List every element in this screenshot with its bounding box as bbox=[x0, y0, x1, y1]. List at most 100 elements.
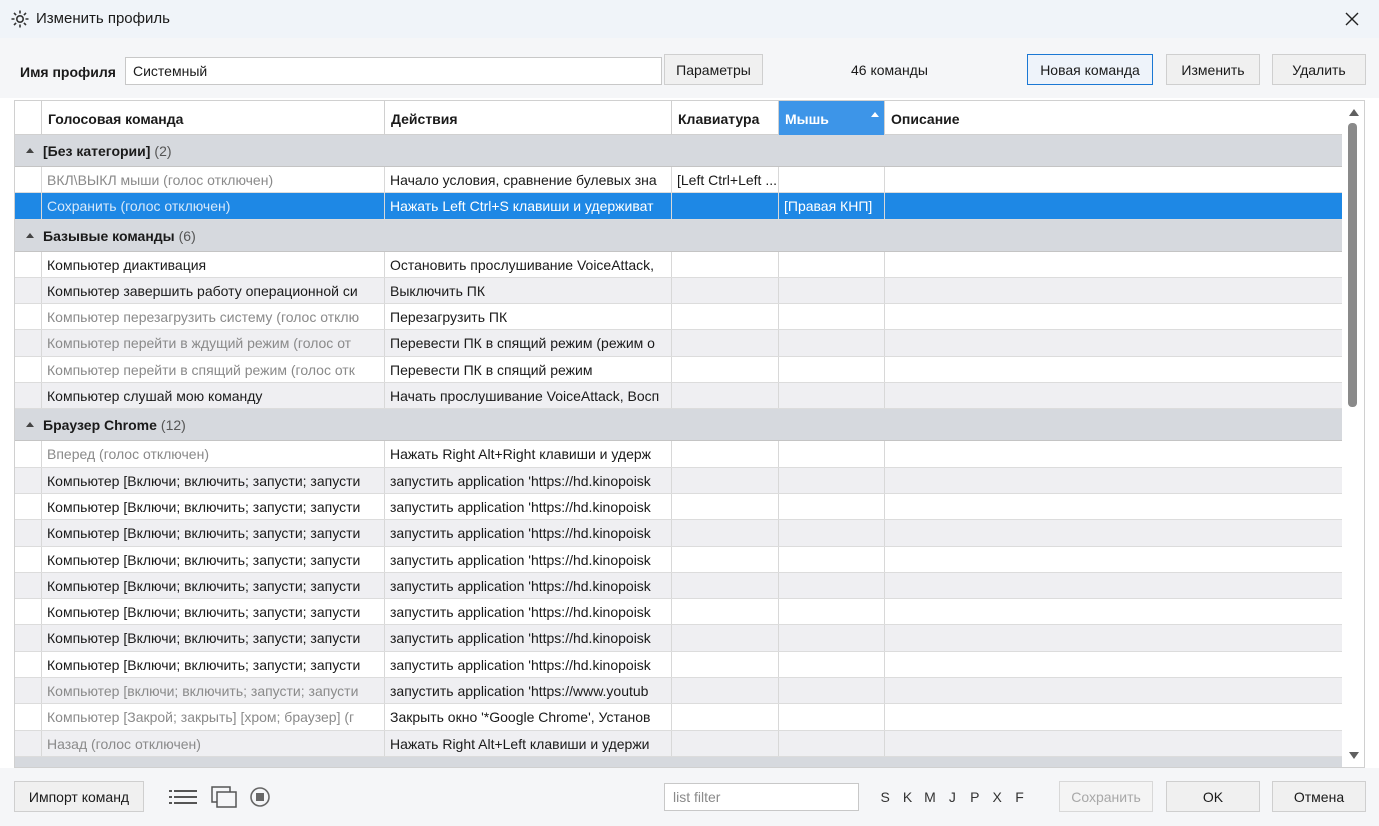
cell-mouse[interactable] bbox=[779, 546, 885, 572]
table-row[interactable]: Компьютер [Включи; включить; запусти; за… bbox=[15, 651, 1343, 679]
row-header[interactable] bbox=[15, 193, 42, 219]
row-header[interactable] bbox=[15, 467, 42, 493]
table-row[interactable]: Компьютер [Закрой; закрыть] [хром; брауз… bbox=[15, 704, 1343, 731]
column-header-keyboard[interactable]: Клавиатура bbox=[672, 101, 779, 135]
cell-mouse[interactable] bbox=[779, 493, 885, 520]
cell-keyboard[interactable] bbox=[672, 330, 779, 356]
row-header[interactable] bbox=[15, 651, 42, 678]
cell-mouse[interactable] bbox=[779, 678, 885, 704]
letter-filter-p[interactable]: P bbox=[964, 789, 986, 805]
cell-keyboard[interactable] bbox=[672, 304, 779, 330]
row-header[interactable] bbox=[15, 730, 42, 756]
column-header-mouse[interactable]: Мышь bbox=[779, 101, 885, 135]
cell-description[interactable] bbox=[885, 547, 1343, 572]
cell-mouse[interactable] bbox=[779, 330, 885, 356]
cell-mouse[interactable] bbox=[779, 520, 885, 546]
row-header[interactable] bbox=[15, 546, 42, 572]
cell-voice-command[interactable]: Сохранить (голос отключен) bbox=[42, 193, 385, 219]
row-header[interactable] bbox=[15, 493, 42, 520]
cell-voice-command[interactable]: Компьютер перезагрузить систему (голос о… bbox=[42, 304, 385, 330]
scroll-up-arrow-icon[interactable] bbox=[1349, 109, 1359, 116]
row-header[interactable] bbox=[15, 520, 42, 546]
group-row[interactable]: Проигрыватель LA(8) bbox=[15, 756, 1343, 767]
cell-voice-command[interactable]: Компьютер [Закрой; закрыть] [хром; брауз… bbox=[42, 704, 385, 730]
table-row[interactable]: Компьютер [Включи; включить; запусти; за… bbox=[15, 520, 1343, 547]
cell-keyboard[interactable] bbox=[672, 493, 779, 520]
cell-mouse[interactable] bbox=[779, 167, 885, 193]
cell-mouse[interactable] bbox=[779, 467, 885, 493]
cell-actions[interactable]: запустить application 'https://hd.kinopo… bbox=[385, 493, 672, 520]
cell-voice-command[interactable]: Компьютер [Включи; включить; запусти; за… bbox=[42, 546, 385, 572]
cell-mouse[interactable] bbox=[779, 651, 885, 678]
letter-filter-m[interactable]: M bbox=[919, 789, 941, 805]
cell-keyboard[interactable] bbox=[672, 730, 779, 756]
cell-keyboard[interactable] bbox=[672, 277, 779, 304]
table-row[interactable]: Компьютер [Включи; включить; запусти; за… bbox=[15, 572, 1343, 600]
cell-voice-command[interactable]: Компьютер [Включи; включить; запусти; за… bbox=[42, 651, 385, 678]
cell-voice-command[interactable]: Компьютер диактивация bbox=[42, 251, 385, 277]
cell-actions[interactable]: Перевести ПК в спящий режим (режим о bbox=[385, 330, 672, 356]
row-header[interactable] bbox=[15, 625, 42, 651]
table-row[interactable]: Компьютер [Включи; включить; запусти; за… bbox=[15, 546, 1343, 573]
column-header-description[interactable]: Описание bbox=[885, 101, 1343, 135]
import-commands-button[interactable]: Импорт команд bbox=[14, 781, 144, 812]
table-row[interactable]: Вперед (голос отключен) Нажать Right Alt+… bbox=[15, 441, 1343, 468]
cell-voice-command[interactable]: Компьютер перейти в спящий режим (голос … bbox=[42, 356, 385, 383]
cell-actions[interactable]: запустить application 'https://hd.kinopo… bbox=[385, 625, 672, 651]
cell-description[interactable] bbox=[885, 520, 1343, 545]
cell-voice-command[interactable]: Компьютер [Включи; включить; запусти; за… bbox=[42, 520, 385, 546]
vertical-scrollbar[interactable] bbox=[1342, 101, 1364, 767]
cell-voice-command[interactable]: Компьютер слушай мою команду bbox=[42, 383, 385, 409]
edit-button[interactable]: Изменить bbox=[1166, 54, 1260, 85]
cell-description[interactable] bbox=[885, 494, 1343, 519]
cell-voice-command[interactable]: Компьютер [Включи; включить; запусти; за… bbox=[42, 467, 385, 493]
table-row[interactable]: Компьютер [Включи; включить; запусти; за… bbox=[15, 467, 1343, 494]
cell-mouse[interactable] bbox=[779, 572, 885, 599]
table-row[interactable]: Компьютер [Включи; включить; запусти; за… bbox=[15, 599, 1343, 626]
table-row[interactable]: Сохранить (голос отключен) Нажать Left Ct… bbox=[15, 193, 1343, 220]
cell-description[interactable] bbox=[885, 330, 1343, 355]
cell-description[interactable] bbox=[885, 652, 1343, 677]
cell-keyboard[interactable] bbox=[672, 599, 779, 625]
cell-keyboard[interactable] bbox=[672, 467, 779, 493]
cell-voice-command[interactable]: Компьютер [Включи; включить; запусти; за… bbox=[42, 599, 385, 625]
cell-mouse[interactable] bbox=[779, 704, 885, 730]
cell-actions[interactable]: Нажать Right Alt+Left клавиши и удержи bbox=[385, 730, 672, 756]
save-button[interactable]: Сохранить bbox=[1059, 781, 1153, 812]
collapse-arrow-icon[interactable] bbox=[26, 232, 34, 238]
table-row[interactable]: Компьютер перейти в ждущий режим (голос … bbox=[15, 330, 1343, 357]
cell-actions[interactable]: Закрыть окно '*Google Chrome', Установ bbox=[385, 704, 672, 730]
collapse-arrow-icon[interactable] bbox=[26, 422, 34, 428]
row-header[interactable] bbox=[15, 167, 42, 193]
ok-button[interactable]: OK bbox=[1166, 781, 1260, 812]
column-header-voice-command[interactable]: Голосовая команда bbox=[42, 101, 385, 135]
cell-actions[interactable]: запустить application 'https://www.youtu… bbox=[385, 678, 672, 704]
cell-actions[interactable]: запустить application 'https://hd.kinopo… bbox=[385, 651, 672, 678]
cell-actions[interactable]: запустить application 'https://hd.kinopo… bbox=[385, 520, 672, 546]
windows-button[interactable] bbox=[210, 785, 238, 809]
table-row[interactable]: Компьютер перейти в спящий режим (голос … bbox=[15, 356, 1343, 384]
cell-actions[interactable]: Нажать Left Ctrl+S клавиши и удерживат bbox=[385, 193, 672, 219]
cell-description[interactable] bbox=[885, 625, 1343, 650]
cell-description[interactable] bbox=[885, 167, 1343, 192]
cell-keyboard[interactable] bbox=[672, 572, 779, 599]
group-row[interactable]: [Без категории] (2) bbox=[15, 135, 1343, 167]
table-row[interactable]: Компьютер [Включи; включить; запусти; за… bbox=[15, 493, 1343, 521]
cell-voice-command[interactable]: Компьютер [Включи; включить; запусти; за… bbox=[42, 572, 385, 599]
cell-actions[interactable]: запустить application 'https://hd.kinopo… bbox=[385, 599, 672, 625]
cell-keyboard[interactable] bbox=[672, 383, 779, 409]
cell-voice-command[interactable]: Компьютер [Включи; включить; запусти; за… bbox=[42, 493, 385, 520]
list-filter-input[interactable] bbox=[664, 783, 859, 811]
table-row[interactable]: Компьютер слушай мою команду Начать просл… bbox=[15, 383, 1343, 410]
letter-filter-x[interactable]: X bbox=[986, 789, 1008, 805]
cell-description[interactable] bbox=[885, 599, 1343, 624]
cell-mouse[interactable] bbox=[779, 599, 885, 625]
cell-voice-command[interactable]: Назад (голос отключен) bbox=[42, 730, 385, 756]
cell-keyboard[interactable]: [Left Ctrl+Left ... bbox=[672, 167, 779, 193]
cell-voice-command[interactable]: Компьютер перейти в ждущий режим (голос … bbox=[42, 330, 385, 356]
collapse-arrow-icon[interactable] bbox=[26, 148, 34, 153]
cell-voice-command[interactable]: Компьютер [включи; включить; запусти; за… bbox=[42, 678, 385, 704]
cell-keyboard[interactable] bbox=[672, 625, 779, 651]
cell-mouse[interactable] bbox=[779, 304, 885, 330]
scroll-down-arrow-icon[interactable] bbox=[1349, 752, 1359, 759]
